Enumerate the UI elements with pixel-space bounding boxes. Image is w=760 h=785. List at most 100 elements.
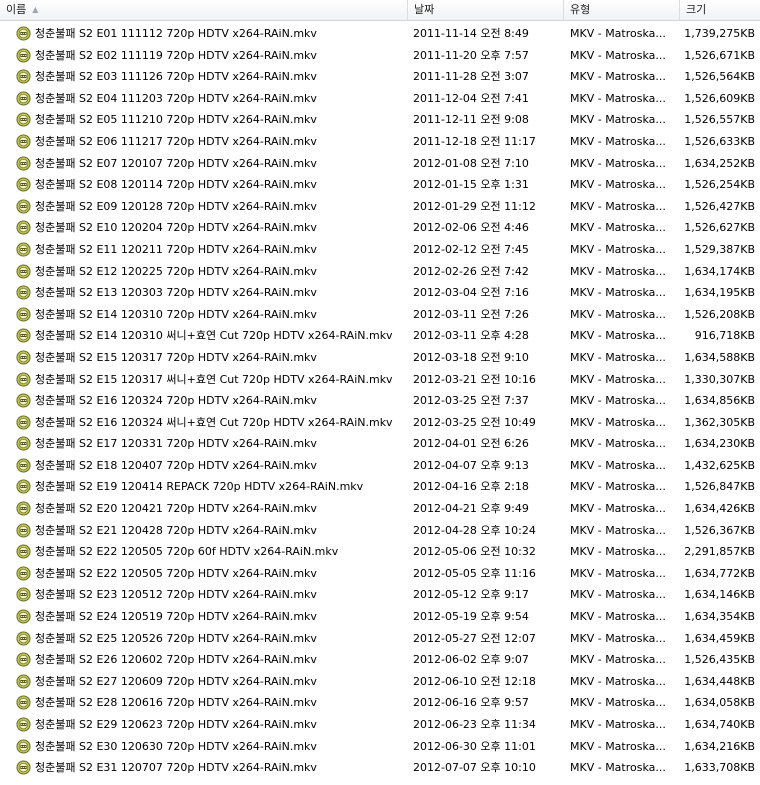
file-size: 1,634,740KB [684, 718, 755, 731]
file-name-cell: 청춘불패 S2 E18 120407 720p HDTV x264-RAiN.m… [16, 455, 408, 477]
mkv-video-file-icon [16, 458, 31, 473]
file-date: 2012-06-16 오후 9:57 [413, 696, 529, 710]
file-row[interactable]: 청춘불패 S2 E16 120324 써니+효연 Cut 720p HDTV x… [0, 412, 760, 434]
file-row[interactable]: 청춘불패 S2 E13 120303 720p HDTV x264-RAiN.m… [0, 282, 760, 304]
file-row[interactable]: 청춘불패 S2 E05 111210 720p HDTV x264-RAiN.m… [0, 109, 760, 131]
file-type: MKV - Matroska... [570, 653, 666, 667]
file-row[interactable]: 청춘불패 S2 E08 120114 720p HDTV x264-RAiN.m… [0, 174, 760, 196]
file-size: 1,634,058KB [684, 696, 755, 710]
file-date: 2011-11-14 오전 8:49 [413, 27, 529, 40]
file-name-cell: 청춘불패 S2 E17 120331 720p HDTV x264-RAiN.m… [16, 433, 408, 455]
file-name-cell: 청춘불패 S2 E01 111112 720p HDTV x264-RAiN.m… [16, 23, 408, 45]
file-row[interactable]: 청춘불패 S2 E15 120317 720p HDTV x264-RAiN.m… [0, 347, 760, 369]
file-row[interactable]: 청춘불패 S2 E22 120505 720p HDTV x264-RAiN.m… [0, 563, 760, 585]
file-row[interactable]: 청춘불패 S2 E11 120211 720p HDTV x264-RAiN.m… [0, 239, 760, 261]
file-row[interactable]: 청춘불패 S2 E30 120630 720p HDTV x264-RAiN.m… [0, 736, 760, 758]
file-row[interactable]: 청춘불패 S2 E03 111126 720p HDTV x264-RAiN.m… [0, 66, 760, 88]
file-name-cell: 청춘불패 S2 E23 120512 720p HDTV x264-RAiN.m… [16, 584, 408, 606]
file-size: 1,634,588KB [684, 350, 755, 364]
file-date: 2012-07-07 오후 10:10 [413, 761, 536, 775]
file-row[interactable]: 청춘불패 S2 E18 120407 720p HDTV x264-RAiN.m… [0, 455, 760, 477]
file-size: 1,526,427KB [684, 199, 755, 213]
file-date: 2012-01-08 오전 7:10 [413, 156, 529, 170]
file-name: 청춘불패 S2 E28 120616 720p HDTV x264-RAiN.m… [35, 696, 317, 710]
file-size: 1,634,174KB [684, 264, 755, 278]
file-row[interactable]: 청춘불패 S2 E31 120707 720p HDTV x264-RAiN.m… [0, 757, 760, 779]
file-row[interactable]: 청춘불패 S2 E06 111217 720p HDTV x264-RAiN.m… [0, 131, 760, 153]
file-date: 2012-03-21 오전 10:16 [413, 372, 536, 386]
file-date: 2012-05-27 오전 12:07 [413, 631, 536, 645]
file-date: 2012-03-18 오전 9:10 [413, 350, 529, 364]
file-type: MKV - Matroska... [570, 545, 666, 559]
file-row[interactable]: 청춘불패 S2 E27 120609 720p HDTV x264-RAiN.m… [0, 671, 760, 693]
file-row[interactable]: 청춘불패 S2 E21 120428 720p HDTV x264-RAiN.m… [0, 520, 760, 542]
column-header-bar: 이름 ▲ 날짜 유형 크기 [0, 0, 760, 21]
file-type: MKV - Matroska... [570, 242, 666, 256]
mkv-video-file-icon [16, 717, 31, 732]
file-date: 2012-06-23 오후 11:34 [413, 718, 536, 731]
file-name: 청춘불패 S2 E27 120609 720p HDTV x264-RAiN.m… [35, 674, 317, 688]
file-row[interactable]: 청춘불패 S2 E24 120519 720p HDTV x264-RAiN.m… [0, 606, 760, 628]
file-row[interactable]: 청춘불패 S2 E23 120512 720p HDTV x264-RAiN.m… [0, 584, 760, 606]
mkv-video-file-icon [16, 156, 31, 171]
file-row[interactable]: 청춘불패 S2 E16 120324 720p HDTV x264-RAiN.m… [0, 390, 760, 412]
file-date: 2012-04-07 오후 9:13 [413, 458, 529, 472]
file-row[interactable]: 청춘불패 S2 E29 120623 720p HDTV x264-RAiN.m… [0, 714, 760, 736]
column-header-size[interactable]: 크기 [680, 0, 760, 20]
file-name-cell: 청춘불패 S2 E15 120317 720p HDTV x264-RAiN.m… [16, 347, 408, 369]
file-type: MKV - Matroska... [570, 437, 666, 451]
file-row[interactable]: 청춘불패 S2 E20 120421 720p HDTV x264-RAiN.m… [0, 498, 760, 520]
file-name-cell: 청춘불패 S2 E04 111203 720p HDTV x264-RAiN.m… [16, 88, 408, 110]
file-size: 1,739,275KB [684, 27, 755, 40]
file-row[interactable]: 청춘불패 S2 E04 111203 720p HDTV x264-RAiN.m… [0, 88, 760, 110]
file-row[interactable]: 청춘불패 S2 E22 120505 720p 60f HDTV x264-RA… [0, 541, 760, 563]
file-row[interactable]: 청춘불패 S2 E28 120616 720p HDTV x264-RAiN.m… [0, 692, 760, 714]
file-date: 2012-04-16 오후 2:18 [413, 480, 529, 494]
file-type: MKV - Matroska... [570, 91, 666, 105]
file-name-cell: 청춘불패 S2 E14 120310 720p HDTV x264-RAiN.m… [16, 304, 408, 326]
file-row[interactable]: 청춘불패 S2 E10 120204 720p HDTV x264-RAiN.m… [0, 217, 760, 239]
file-row[interactable]: 청춘불패 S2 E12 120225 720p HDTV x264-RAiN.m… [0, 261, 760, 283]
file-date: 2011-11-20 오후 7:57 [413, 48, 529, 62]
sort-ascending-icon: ▲ [32, 5, 39, 14]
file-name-cell: 청춘불패 S2 E21 120428 720p HDTV x264-RAiN.m… [16, 520, 408, 542]
file-date: 2011-12-18 오전 11:17 [413, 134, 536, 148]
file-row[interactable]: 청춘불패 S2 E19 120414 REPACK 720p HDTV x264… [0, 476, 760, 498]
column-header-name[interactable]: 이름 ▲ [0, 0, 408, 20]
file-type: MKV - Matroska... [570, 718, 666, 731]
file-name: 청춘불패 S2 E20 120421 720p HDTV x264-RAiN.m… [35, 502, 317, 516]
file-size: 916,718KB [694, 329, 755, 343]
file-name-cell: 청춘불패 S2 E09 120128 720p HDTV x264-RAiN.m… [16, 196, 408, 218]
mkv-video-file-icon [16, 48, 31, 63]
file-size: 1,362,305KB [684, 415, 755, 429]
file-size: 1,526,609KB [684, 91, 755, 105]
file-date: 2012-01-15 오후 1:31 [413, 178, 529, 192]
file-name: 청춘불패 S2 E17 120331 720p HDTV x264-RAiN.m… [35, 437, 317, 451]
file-row[interactable]: 청춘불패 S2 E14 120310 써니+효연 Cut 720p HDTV x… [0, 325, 760, 347]
file-row[interactable]: 청춘불패 S2 E17 120331 720p HDTV x264-RAiN.m… [0, 433, 760, 455]
file-size: 1,526,564KB [684, 70, 755, 84]
file-type: MKV - Matroska... [570, 480, 666, 494]
file-row[interactable]: 청춘불패 S2 E02 111119 720p HDTV x264-RAiN.m… [0, 45, 760, 67]
file-type: MKV - Matroska... [570, 502, 666, 516]
file-row[interactable]: 청춘불패 S2 E15 120317 써니+효연 Cut 720p HDTV x… [0, 369, 760, 391]
file-row[interactable]: 청춘불패 S2 E25 120526 720p HDTV x264-RAiN.m… [0, 628, 760, 650]
file-row[interactable]: 청춘불패 S2 E09 120128 720p HDTV x264-RAiN.m… [0, 196, 760, 218]
file-row[interactable]: 청춘불패 S2 E26 120602 720p HDTV x264-RAiN.m… [0, 649, 760, 671]
file-type: MKV - Matroska... [570, 372, 666, 386]
file-type: MKV - Matroska... [570, 156, 666, 170]
column-header-type[interactable]: 유형 [564, 0, 680, 20]
mkv-video-file-icon [16, 350, 31, 365]
column-header-date[interactable]: 날짜 [408, 0, 564, 20]
file-row[interactable]: 청춘불패 S2 E14 120310 720p HDTV x264-RAiN.m… [0, 304, 760, 326]
file-size: 1,526,633KB [684, 134, 755, 148]
file-name-cell: 청춘불패 S2 E30 120630 720p HDTV x264-RAiN.m… [16, 736, 408, 758]
file-date: 2012-04-28 오후 10:24 [413, 523, 536, 537]
file-size: 1,634,216KB [684, 739, 755, 753]
file-name-cell: 청춘불패 S2 E03 111126 720p HDTV x264-RAiN.m… [16, 66, 408, 88]
mkv-video-file-icon [16, 199, 31, 214]
file-size: 1,526,671KB [684, 48, 755, 62]
mkv-video-file-icon [16, 307, 31, 322]
file-row[interactable]: 청춘불패 S2 E01 111112 720p HDTV x264-RAiN.m… [0, 23, 760, 45]
file-row[interactable]: 청춘불패 S2 E07 120107 720p HDTV x264-RAiN.m… [0, 153, 760, 175]
